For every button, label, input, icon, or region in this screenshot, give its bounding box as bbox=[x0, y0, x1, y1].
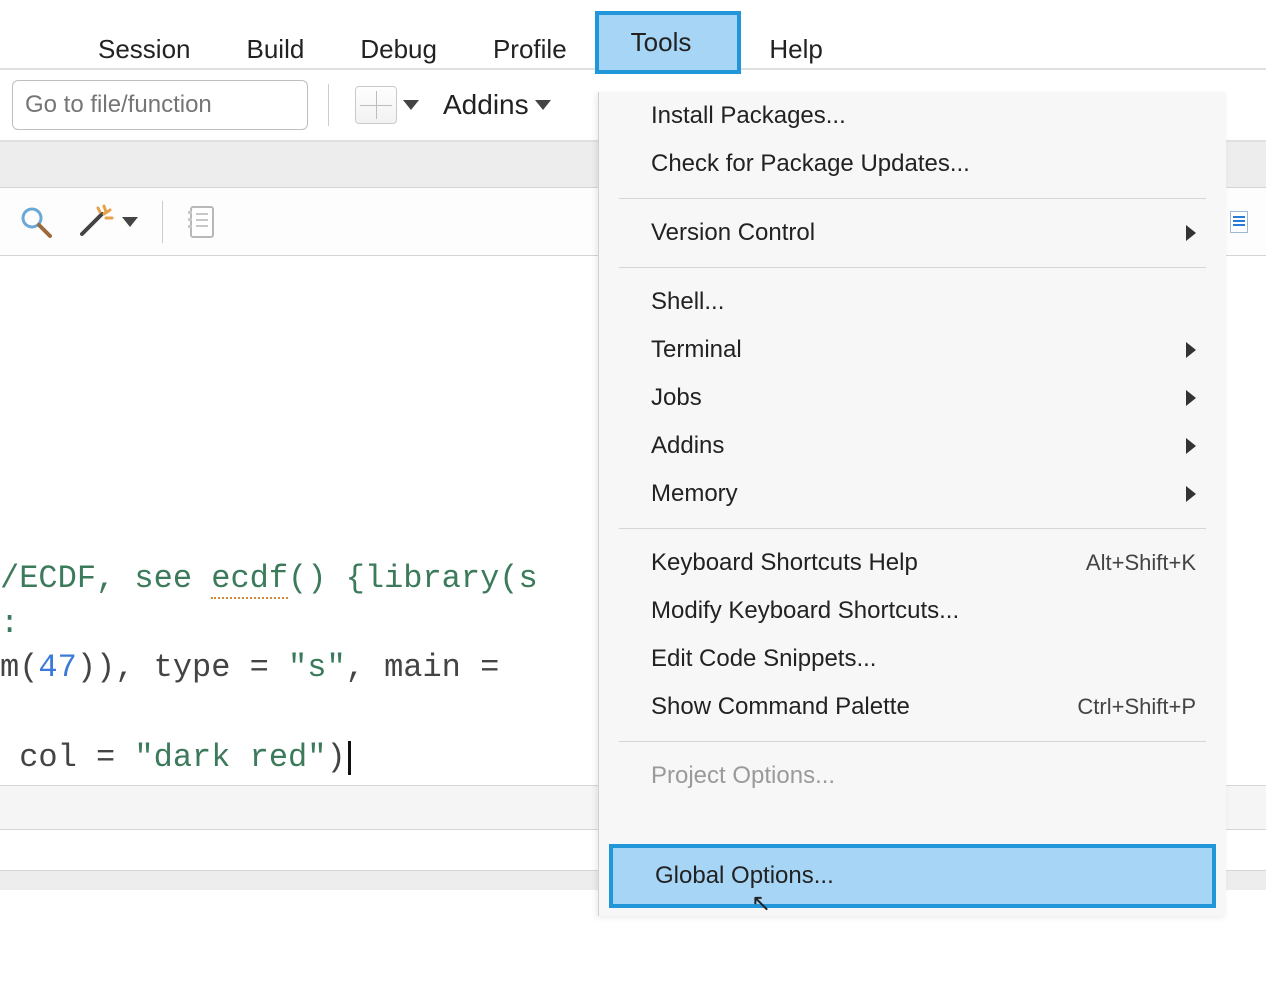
menu-global-options[interactable]: Global Options... ↖ bbox=[609, 844, 1216, 908]
menu-project-options: Project Options... bbox=[599, 752, 1226, 800]
menubar: Session Build Debug Profile Tools Help bbox=[0, 0, 1266, 70]
find-button[interactable] bbox=[12, 200, 60, 244]
wand-icon bbox=[76, 204, 116, 240]
menu-separator bbox=[619, 198, 1206, 199]
notebook-icon bbox=[187, 205, 217, 239]
document-icon bbox=[1230, 211, 1248, 233]
menu-profile[interactable]: Profile bbox=[465, 26, 595, 73]
shortcut-label: Ctrl+Shift+P bbox=[1077, 694, 1196, 720]
grid-icon bbox=[355, 86, 397, 124]
menu-separator bbox=[619, 528, 1206, 529]
submenu-caret-icon bbox=[1186, 342, 1196, 358]
notebook-button[interactable] bbox=[181, 201, 223, 243]
menu-separator bbox=[619, 741, 1206, 742]
caret-down-icon bbox=[122, 217, 138, 227]
menu-edit-code-snippets[interactable]: Edit Code Snippets... bbox=[599, 635, 1226, 683]
menu-tools[interactable]: Tools bbox=[595, 11, 742, 74]
cursor-icon: ↖ bbox=[751, 889, 771, 918]
caret-down-icon bbox=[403, 100, 419, 110]
menu-addins[interactable]: Addins bbox=[599, 422, 1226, 470]
menu-session[interactable]: Session bbox=[70, 26, 219, 73]
submenu-caret-icon bbox=[1186, 486, 1196, 502]
menu-modify-keyboard-shortcuts[interactable]: Modify Keyboard Shortcuts... bbox=[599, 587, 1226, 635]
menu-separator bbox=[619, 267, 1206, 268]
menu-help[interactable]: Help bbox=[741, 26, 850, 73]
menu-memory[interactable]: Memory bbox=[599, 470, 1226, 518]
separator bbox=[328, 84, 329, 126]
separator bbox=[162, 201, 163, 243]
search-icon bbox=[18, 204, 54, 240]
code-tools-button[interactable] bbox=[70, 200, 144, 244]
source-button[interactable] bbox=[1224, 207, 1254, 237]
text-cursor bbox=[348, 741, 351, 775]
menu-build[interactable]: Build bbox=[219, 26, 333, 73]
tools-menu-dropdown: Install Packages... Check for Package Up… bbox=[598, 92, 1226, 916]
menu-terminal[interactable]: Terminal bbox=[599, 326, 1226, 374]
submenu-caret-icon bbox=[1186, 225, 1196, 241]
menu-version-control[interactable]: Version Control bbox=[599, 209, 1226, 257]
addins-label: Addins bbox=[443, 89, 529, 121]
menu-jobs[interactable]: Jobs bbox=[599, 374, 1226, 422]
pane-layout-button[interactable] bbox=[349, 82, 425, 128]
menu-shell[interactable]: Shell... bbox=[599, 278, 1226, 326]
caret-down-icon bbox=[535, 100, 551, 110]
menu-keyboard-shortcuts-help[interactable]: Keyboard Shortcuts Help Alt+Shift+K bbox=[599, 539, 1226, 587]
submenu-caret-icon bbox=[1186, 438, 1196, 454]
addins-dropdown[interactable]: Addins bbox=[437, 85, 557, 125]
submenu-caret-icon bbox=[1186, 390, 1196, 406]
menu-debug[interactable]: Debug bbox=[332, 26, 465, 73]
menu-command-palette[interactable]: Show Command Palette Ctrl+Shift+P bbox=[599, 683, 1226, 731]
shortcut-label: Alt+Shift+K bbox=[1086, 550, 1196, 576]
menu-check-updates[interactable]: Check for Package Updates... bbox=[599, 140, 1226, 188]
menu-install-packages[interactable]: Install Packages... bbox=[599, 92, 1226, 140]
goto-file-input[interactable] bbox=[12, 80, 308, 130]
